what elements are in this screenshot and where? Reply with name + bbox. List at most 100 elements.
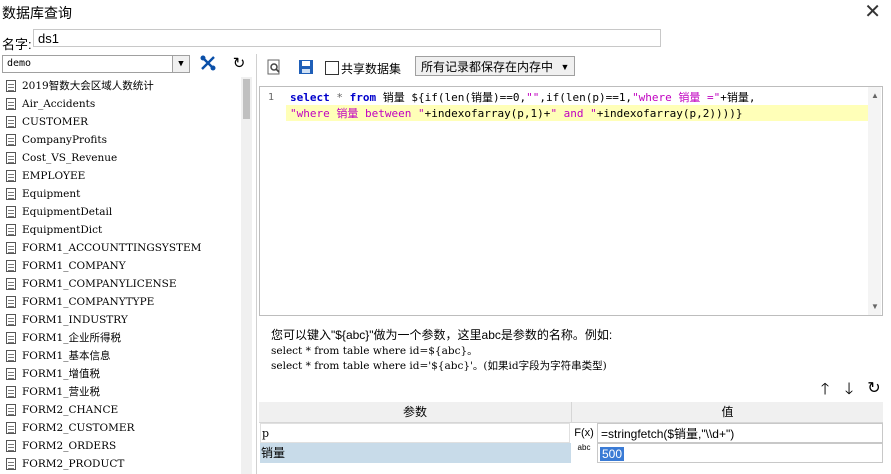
table-icon (6, 440, 16, 452)
share-dataset-label: 共享数据集 (341, 62, 402, 76)
table-icon (6, 116, 16, 128)
name-input[interactable] (33, 29, 661, 47)
table-name: FORM2_ORDERS (22, 440, 117, 452)
table-list-item[interactable]: FORM1_营业税 (2, 383, 240, 401)
parameter-hint: 您可以键入"${abc}"做为一个参数，这里abc是参数的名称。例如: (271, 328, 613, 342)
window-title: 数据库查询 (2, 5, 72, 21)
table-name: CUSTOMER (22, 116, 89, 128)
table-list-item[interactable]: FORM2_PRODUCT (2, 455, 240, 473)
table-name: FORM1_COMPANYTYPE (22, 296, 155, 308)
table-name: CompanyProfits (22, 134, 108, 146)
move-up-icon[interactable]: 🡑 (816, 378, 834, 405)
preview-icon[interactable] (266, 59, 282, 78)
table-list-item[interactable]: FORM1_COMPANY (2, 257, 240, 275)
cache-mode-select[interactable]: 所有记录都保存在内存中 ▼ (415, 56, 575, 76)
table-list-item[interactable]: FORM1_COMPANYTYPE (2, 293, 240, 311)
table-icon (6, 296, 16, 308)
table-name: FORM2_PRODUCT (22, 458, 125, 470)
table-icon (6, 134, 16, 146)
table-icon (6, 170, 16, 182)
table-icon (6, 368, 16, 380)
param-value-header: 值 (572, 402, 883, 423)
sql-line-2: "where 销量 between "+indexofarray(p,1)+" … (286, 105, 868, 121)
param-value-cell[interactable]: =stringfetch($销量,"\\d+") (597, 423, 883, 443)
table-name: 2019智数大会区域人数统计 (22, 80, 154, 92)
table-list-item[interactable]: FORM1_ACCOUNTTINGSYSTEM (2, 239, 240, 257)
table-icon (6, 206, 16, 218)
param-name-cell[interactable]: 销量 (260, 443, 571, 463)
table-list-item[interactable]: EquipmentDetail (2, 203, 240, 221)
table-name: FORM1_INDUSTRY (22, 314, 128, 326)
close-icon[interactable]: ✕ (864, 0, 881, 24)
table-icon (6, 260, 16, 272)
table-icon (6, 314, 16, 326)
cache-mode-value: 所有记录都保存在内存中 (421, 60, 554, 74)
table-name: FORM2_CUSTOMER (22, 422, 135, 434)
share-dataset-checkbox[interactable] (325, 61, 339, 75)
chevron-down-icon: ▼ (172, 56, 189, 72)
table-icon (6, 224, 16, 236)
table-list-item[interactable]: FORM2_ORDERS (2, 437, 240, 455)
table-icon (6, 242, 16, 254)
table-name: FORM1_增值税 (22, 368, 100, 380)
table-name: FORM1_ACCOUNTTINGSYSTEM (22, 242, 202, 254)
table-list-item[interactable]: FORM1_基本信息 (2, 347, 240, 365)
table-name: FORM1_COMPANYLICENSE (22, 278, 177, 290)
param-value-text: 500 (600, 447, 625, 461)
table-list-item[interactable]: CUSTOMER (2, 113, 240, 131)
table-name: FORM1_COMPANY (22, 260, 126, 272)
table-list-scrollbar[interactable] (241, 77, 252, 474)
table-list-item[interactable]: Equipment (2, 185, 240, 203)
table-list-item[interactable]: Air_Accidents (2, 95, 240, 113)
table-list: 2019智数大会区域人数统计 Air_Accidents CUSTOMER Compa… (2, 77, 240, 474)
table-list-item[interactable]: FORM1_增值税 (2, 365, 240, 383)
table-icon (6, 422, 16, 434)
table-name: EMPLOYEE (22, 170, 86, 182)
datasource-select[interactable]: demo ▼ (2, 55, 190, 73)
table-icon (6, 278, 16, 290)
sql-line-1: select * from 销量 ${if(len(销量)==0,"",if(l… (290, 91, 756, 104)
name-label: 名字: (2, 37, 32, 52)
save-icon[interactable] (298, 59, 314, 78)
param-value-cell[interactable]: 500 (597, 443, 883, 463)
table-name: FORM2_CHANCE (22, 404, 119, 416)
table-icon (6, 152, 16, 164)
table-list-item[interactable]: FORM1_COMPANYLICENSE (2, 275, 240, 293)
table-list-item[interactable]: EMPLOYEE (2, 167, 240, 185)
table-list-item[interactable]: FORM1_INDUSTRY (2, 311, 240, 329)
table-list-item[interactable]: FORM2_CHANCE (2, 401, 240, 419)
table-list-item[interactable]: CompanyProfits (2, 131, 240, 149)
hint-example-2: select * from table where id='${abc}'。(如… (271, 360, 607, 372)
table-icon (6, 98, 16, 110)
refresh-icon[interactable]: ↻ (228, 54, 250, 74)
table-list-item[interactable]: 2019智数大会区域人数统计 (2, 77, 240, 95)
table-icon (6, 80, 16, 92)
table-icon (6, 350, 16, 362)
move-down-icon[interactable]: 🡓 (840, 378, 858, 405)
table-list-item[interactable]: EquipmentDict (2, 221, 240, 239)
table-name: FORM1_营业税 (22, 386, 100, 398)
table-icon (6, 188, 16, 200)
connection-tools-icon[interactable] (197, 54, 219, 74)
table-icon (6, 332, 16, 344)
table-name: FORM1_基本信息 (22, 350, 111, 362)
table-name: Air_Accidents (22, 98, 96, 110)
table-list-item[interactable]: FORM1_企业所得税 (2, 329, 240, 347)
table-name: EquipmentDetail (22, 206, 113, 218)
refresh-params-icon[interactable]: ↻ (865, 378, 883, 398)
param-name-cell[interactable]: p (260, 423, 570, 443)
table-name: Cost_VS_Revenue (22, 152, 118, 164)
chevron-down-icon: ▼ (560, 62, 570, 72)
table-list-item[interactable]: Cost_VS_Revenue (2, 149, 240, 167)
editor-scrollbar[interactable]: ▲ ▼ (868, 87, 881, 315)
table-icon (6, 458, 16, 470)
table-name: EquipmentDict (22, 224, 103, 236)
string-type-icon[interactable]: abc (572, 443, 596, 463)
table-icon (6, 404, 16, 416)
hint-example-1: select * from table where id=${abc}。 (271, 345, 478, 357)
table-name: FORM1_企业所得税 (22, 332, 121, 344)
line-number: 1 (268, 92, 275, 103)
table-icon (6, 386, 16, 398)
formula-type-icon[interactable]: F(x) (572, 423, 596, 443)
table-list-item[interactable]: FORM2_CUSTOMER (2, 419, 240, 437)
